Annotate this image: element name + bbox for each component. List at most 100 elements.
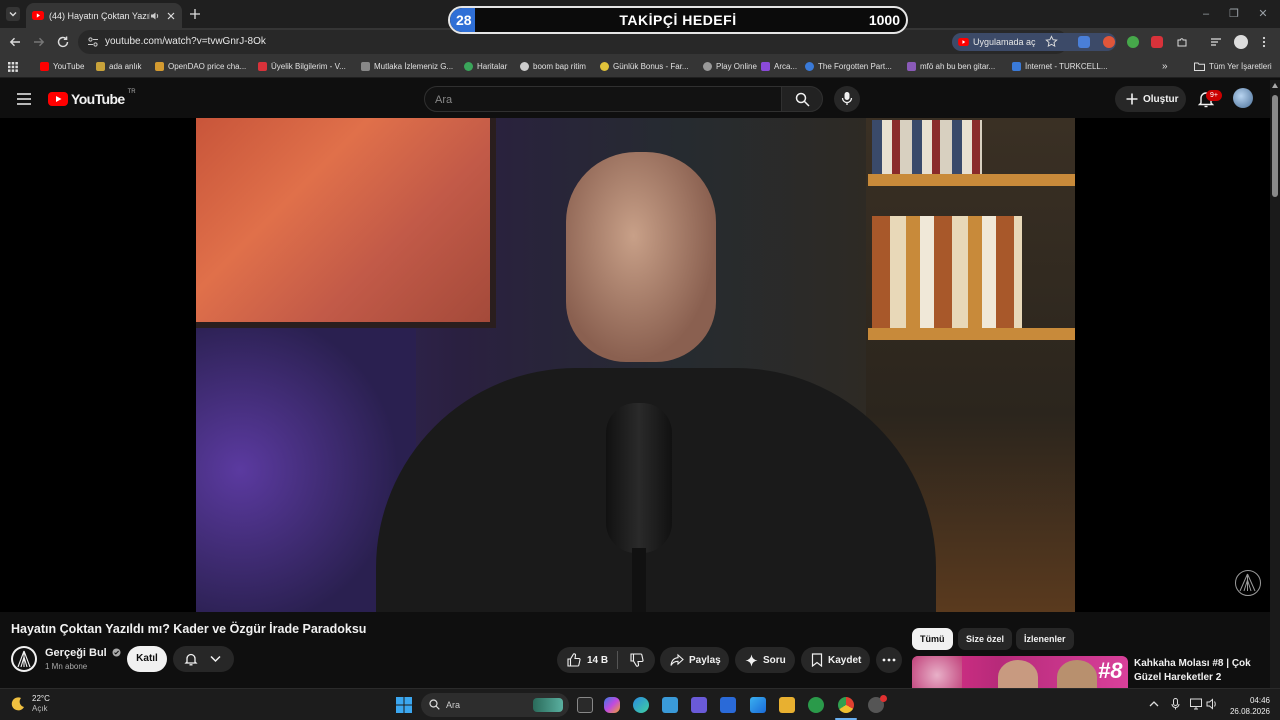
bookmark-icon [811,653,823,667]
extension-icon-4[interactable] [1151,36,1163,48]
network-icon[interactable] [1190,698,1202,710]
books-top [872,120,982,174]
forward-arrow-icon[interactable] [32,35,46,49]
taskbar-search[interactable]: Ara [421,693,569,717]
video-frame [196,118,1075,612]
open-in-app-button[interactable]: Uygulamada aç [952,33,1116,51]
translate-extension-icon[interactable] [1078,36,1090,48]
tray-expand-icon[interactable] [1149,700,1159,707]
bookmark-favicon-icon [703,62,712,71]
chip-watched[interactable]: İzlenenler [1016,628,1074,650]
chip-for-you[interactable]: Size özel [958,628,1013,650]
bookmark-ada-anlik[interactable]: ada anlık [96,62,141,71]
channel-name[interactable]: Gerçeği Bul [45,647,121,659]
bookmark-favicon-icon [907,62,916,71]
channel-avatar[interactable] [11,646,37,672]
file-explorer-icon[interactable] [779,697,795,713]
extensions-puzzle-icon[interactable] [1176,36,1188,48]
microphone [606,403,672,553]
search-icon [795,92,810,107]
teams-icon[interactable] [691,697,707,713]
scrollbar-thumb[interactable] [1272,95,1278,197]
tray-microphone-icon[interactable] [1171,698,1180,710]
join-button[interactable]: Katıl [127,646,167,672]
new-tab-icon[interactable] [189,8,201,20]
maximize-button[interactable]: ❐ [1227,7,1241,21]
bookmarks-overflow-icon[interactable]: » [1162,61,1168,72]
tab-search-button[interactable] [6,7,20,21]
apps-grid-icon[interactable] [8,62,18,72]
bookmark-gunluk-bonus[interactable]: Günlük Bonus - Far... [600,62,689,71]
reload-icon[interactable] [56,35,70,49]
bookmark-mfo[interactable]: mfö ah bu ben gitar... [907,62,995,71]
volume-icon[interactable] [1206,698,1218,710]
recommendation-thumbnail[interactable]: #8 [912,656,1128,688]
search-button[interactable] [781,86,823,112]
extension-icon-3[interactable] [1127,36,1139,48]
bookmark-favicon-icon [361,62,370,71]
thumbs-down-icon[interactable] [630,653,644,667]
microphone-stand [632,548,646,612]
subscription-bell-button[interactable] [173,646,234,672]
window-close-button[interactable]: ✕ [1256,7,1270,21]
profile-avatar-icon[interactable] [1234,35,1248,49]
bookmark-arca[interactable]: Arca... [761,62,797,71]
weather-widget[interactable]: 22°C Açık [10,694,50,714]
like-button[interactable]: 14 B [567,653,608,667]
bookmark-favicon-icon [155,62,164,71]
thumbs-up-icon [567,653,581,667]
chrome-icon[interactable] [838,697,854,713]
search-placeholder: Ara [435,94,453,106]
bookmark-favicon-icon [761,62,770,71]
create-button[interactable]: Oluştur [1115,86,1186,112]
channel-watermark-icon[interactable] [1235,570,1261,596]
bookmark-haritalar[interactable]: Haritalar [464,62,507,71]
save-button[interactable]: Kaydet [801,647,870,673]
bookmark-youtube[interactable]: YouTube [40,62,84,71]
copilot-icon[interactable] [604,697,620,713]
bookmark-star-icon[interactable] [1045,35,1058,48]
channel-logo-icon [13,648,35,670]
speaker-icon[interactable] [150,11,160,21]
goal-title: TAKİPÇİ HEDEFİ [619,12,737,28]
xbox-icon[interactable] [808,697,824,713]
widget-app-icon[interactable] [662,697,678,713]
ask-button[interactable]: Soru [735,647,795,673]
bookmark-forgotten[interactable]: The Forgotten Part... [805,62,892,71]
more-menu-icon[interactable] [1261,36,1267,48]
chevron-down-icon [210,655,221,663]
all-bookmarks-folder[interactable]: Tüm Yer İşaretleri [1194,62,1272,71]
share-button[interactable]: Paylaş [660,647,729,673]
extension-icon-2[interactable] [1103,36,1115,48]
bookmark-mutlaka[interactable]: Mutlaka İzlemeniz G... [361,62,453,71]
task-view-icon[interactable] [577,697,593,713]
microsoft-store-icon[interactable] [750,697,766,713]
bookmark-boom-bap[interactable]: boom bap ritim [520,62,586,71]
tab-close-icon[interactable] [166,11,176,21]
reading-list-icon[interactable] [1210,36,1222,48]
video-player[interactable] [0,118,1270,612]
bookmark-opendao[interactable]: OpenDAO price cha... [155,62,246,71]
bookmark-turkcell[interactable]: İnternet - TURKCELL... [1012,62,1108,71]
site-settings-icon[interactable] [87,36,99,48]
taskbar-clock[interactable]: 04:46 26.08.2026 [1224,695,1270,717]
more-actions-button[interactable] [876,647,902,673]
windows-start-icon[interactable] [396,697,412,713]
chip-all[interactable]: Tümü [912,628,953,650]
voice-search-button[interactable] [834,86,860,112]
bookmark-play-online[interactable]: Play Online [703,62,757,71]
thumbnail-logo [912,656,962,688]
browser-tab-active[interactable]: (44) Hayatın Çoktan Yazıldı [26,3,182,28]
recommendation-title[interactable]: Kahkaha Molası #8 | Çok Güzel Hareketler… [1134,657,1264,685]
bookmark-uyelik[interactable]: Üyelik Bilgilerim - V... [258,62,346,71]
hamburger-menu-icon[interactable] [17,93,31,105]
mail-icon[interactable] [720,697,736,713]
scroll-up-icon[interactable] [1272,83,1278,88]
back-arrow-icon[interactable] [8,35,22,49]
youtube-app-icon [958,38,969,46]
search-input[interactable]: Ara [424,86,782,112]
minimize-button[interactable]: – [1199,7,1213,21]
youtube-logo[interactable]: YouTube TR [48,89,136,107]
edge-browser-icon[interactable] [633,697,649,713]
account-avatar[interactable] [1233,88,1253,108]
